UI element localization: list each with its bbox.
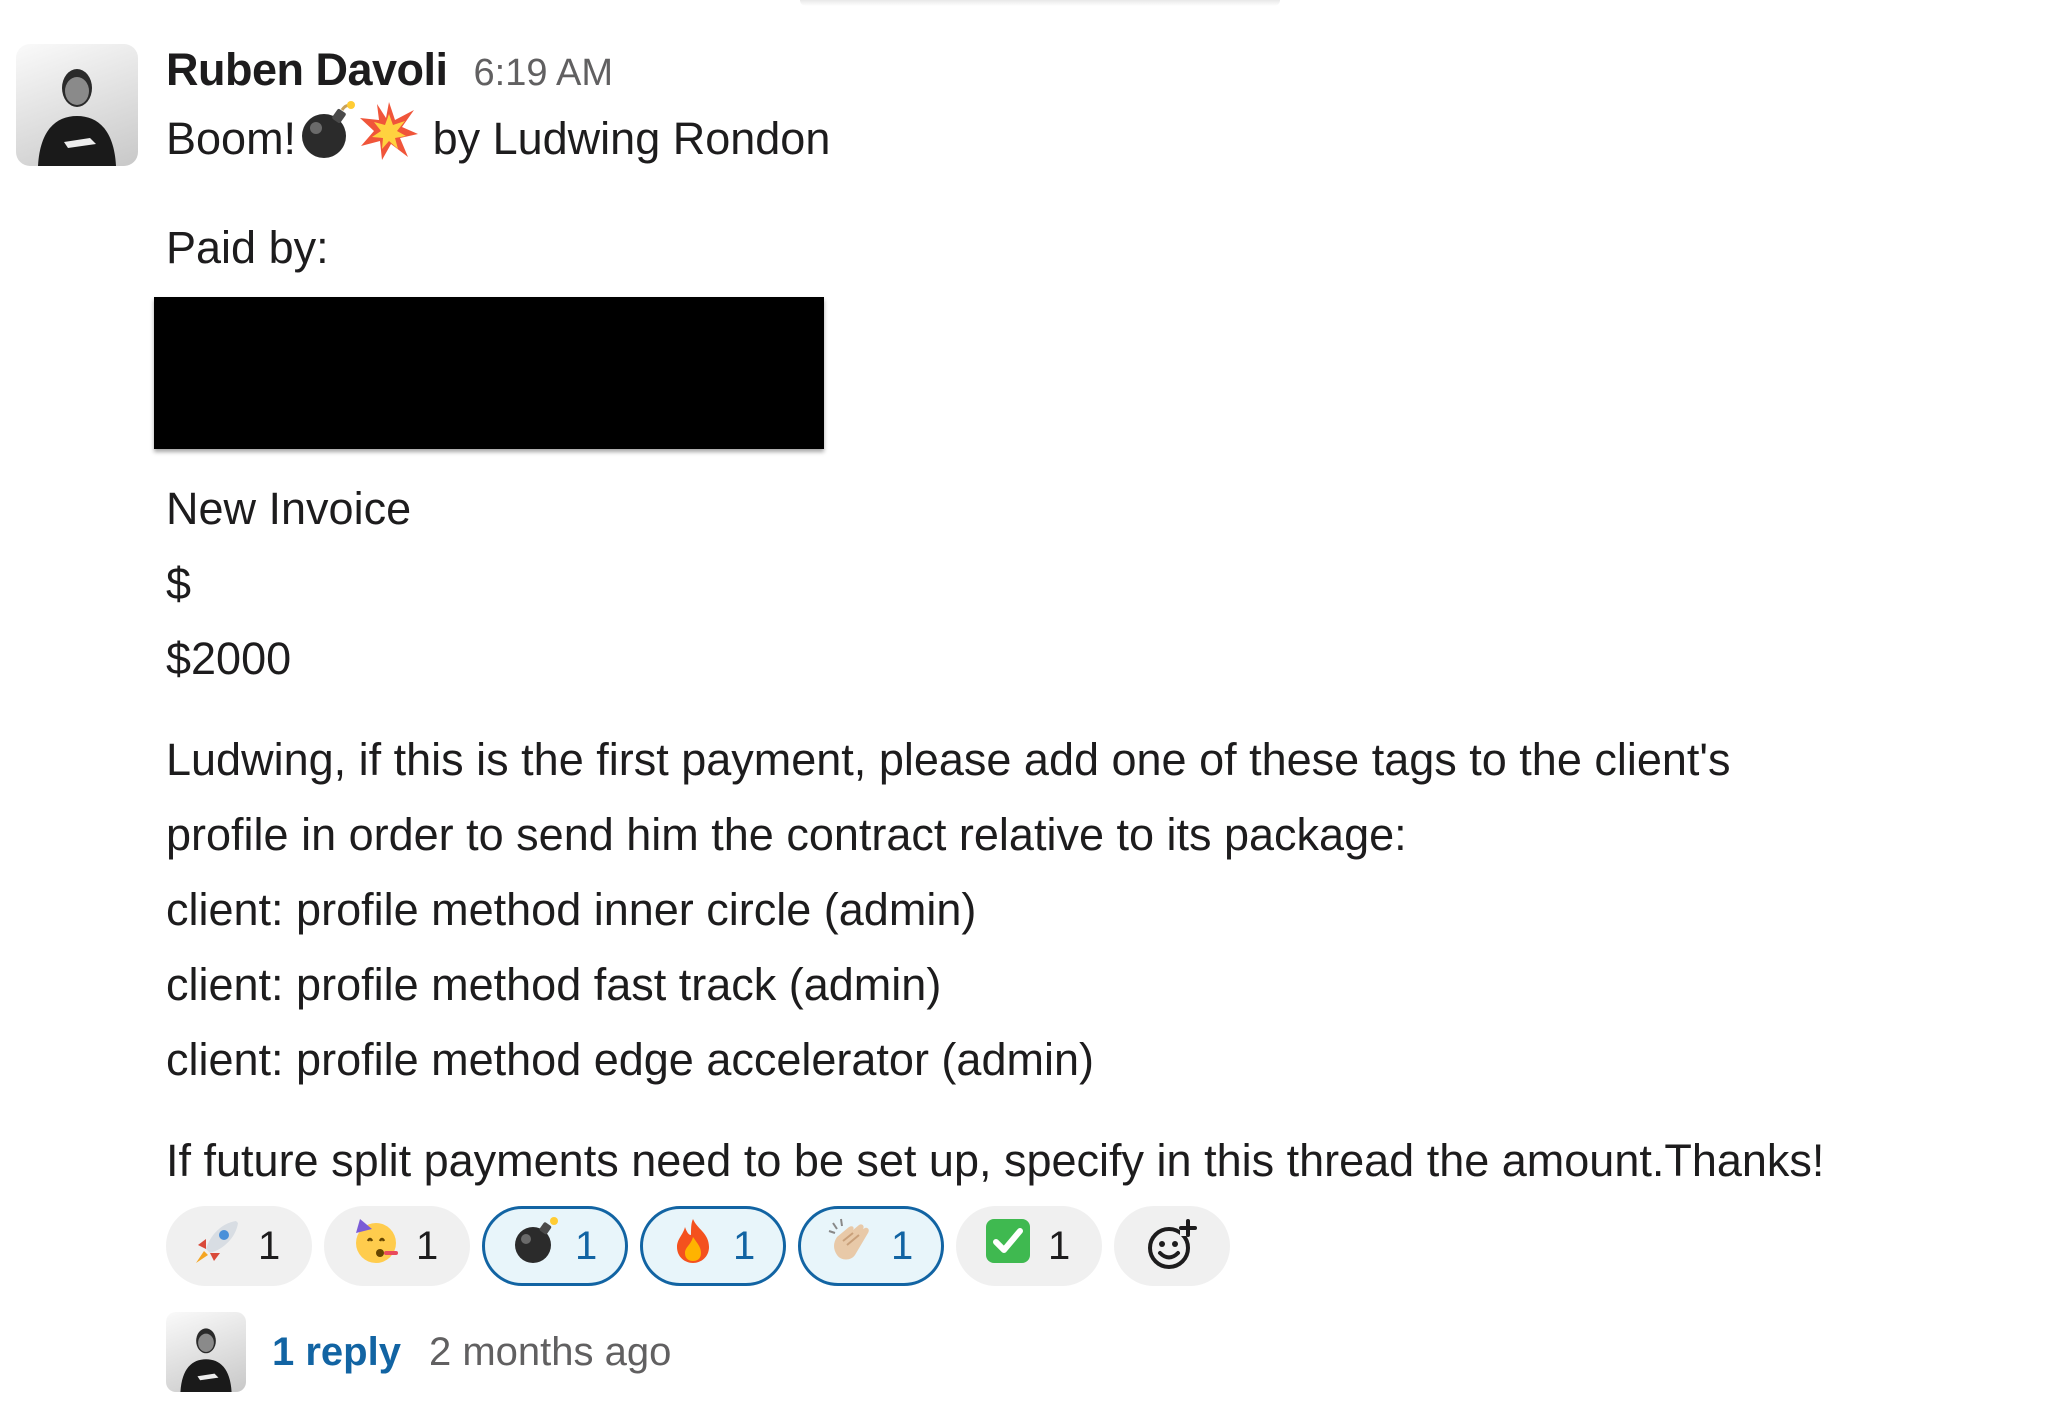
message-prefix: Boom! [166, 112, 297, 164]
reaction-count: 1 [416, 1223, 439, 1268]
message-header: Ruben Davoli 6:19 AM [166, 44, 2036, 100]
invoice-title: New Invoice [166, 483, 412, 534]
add-reaction-button[interactable] [1114, 1206, 1230, 1286]
thread-reply-avatar [166, 1312, 246, 1392]
instruction-line: client: profile method edge accelerator … [166, 1034, 1094, 1085]
bomb-icon [509, 1215, 561, 1277]
bomb-icon [296, 100, 358, 184]
message-suffix: by Ludwing Rondon [420, 112, 831, 164]
collision-icon [358, 100, 420, 184]
reaction-count: 1 [733, 1223, 756, 1268]
reaction-check-mark[interactable]: 1 [956, 1206, 1102, 1286]
reaction-count: 1 [575, 1223, 598, 1268]
redacted-block [154, 297, 824, 449]
reaction-count: 1 [1048, 1223, 1071, 1268]
partying-face-icon [350, 1215, 402, 1277]
instruction-line: Ludwing, if this is the first payment, p… [166, 734, 1731, 785]
reactions-bar: 1 1 1 1 1 1 [166, 1204, 2036, 1288]
message-first-line: Boom! by Ludwing Rondon [166, 100, 2036, 184]
rocket-icon [192, 1215, 244, 1277]
avatar-person-icon [38, 69, 116, 166]
check-mark-button-icon [982, 1215, 1034, 1277]
reaction-partying-face[interactable]: 1 [324, 1206, 470, 1286]
reaction-bomb[interactable]: 1 [482, 1206, 628, 1286]
instruction-line: client: profile method inner circle (adm… [166, 884, 977, 935]
author-name[interactable]: Ruben Davoli [166, 44, 448, 96]
top-divider-shadow [800, 0, 1280, 6]
avatar[interactable] [16, 44, 138, 166]
thread-summary[interactable]: 1 reply 2 months ago [166, 1310, 2036, 1394]
reaction-rocket[interactable]: 1 [166, 1206, 312, 1286]
add-reaction-icon [1148, 1219, 1197, 1269]
reaction-count: 1 [258, 1223, 281, 1268]
reaction-fire[interactable]: 1 [640, 1206, 786, 1286]
closing-line: If future split payments need to be set … [166, 1135, 1825, 1186]
instruction-line: client: profile method fast track (admin… [166, 959, 942, 1010]
currency-symbol: $ [166, 558, 192, 609]
fire-icon [667, 1215, 719, 1277]
instruction-line: profile in order to send him the contrac… [166, 809, 1407, 860]
invoice-amount: $2000 [166, 633, 292, 684]
reaction-clapping-hands[interactable]: 1 [798, 1206, 944, 1286]
clapping-hands-icon [825, 1215, 877, 1277]
message-body: Ruben Davoli 6:19 AM Boom! by Ludwing Ro… [154, 44, 2036, 1394]
last-reply-time: 2 months ago [428, 1329, 672, 1374]
reply-count-link[interactable]: 1 reply [272, 1330, 401, 1375]
reaction-count: 1 [891, 1223, 914, 1268]
avatar-person-icon [180, 1328, 232, 1392]
paid-by-label: Paid by: [166, 222, 329, 273]
message-timestamp[interactable]: 6:19 AM [474, 52, 613, 95]
